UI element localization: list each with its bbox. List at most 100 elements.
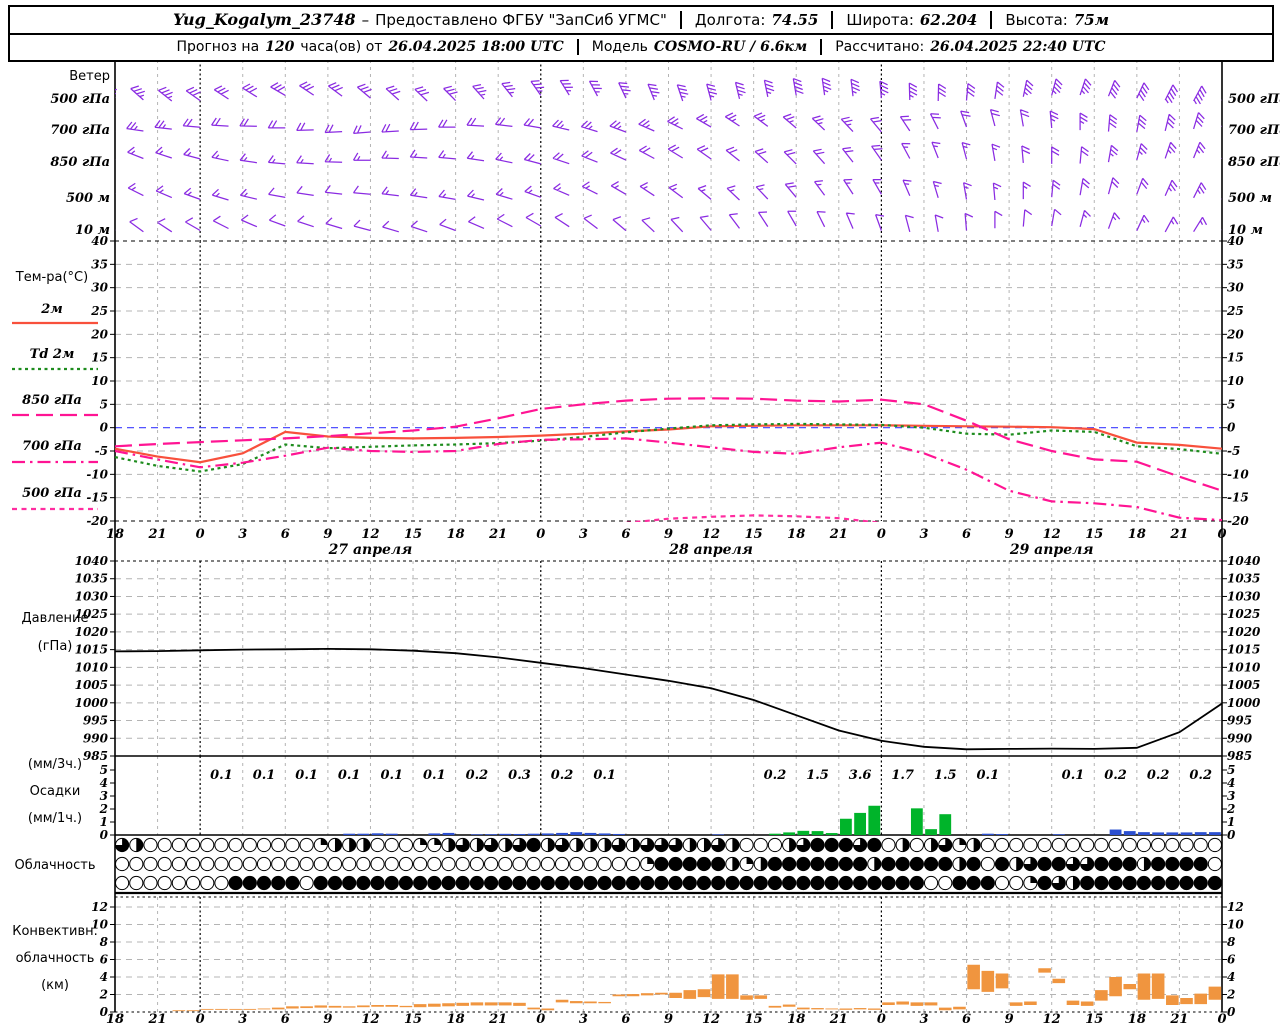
snow-bar	[925, 829, 937, 835]
cloud-cover-circle	[157, 875, 172, 891]
convective-cloud-bar	[1151, 973, 1165, 999]
rain-bar	[1194, 832, 1207, 835]
cloud-cover-circle	[1136, 837, 1152, 853]
cloud-cover-circle	[370, 875, 385, 891]
time-tick-label: 9	[1005, 527, 1014, 542]
cloud-cover-circle	[271, 837, 286, 853]
wind-level-label-left: 500 гПа	[50, 92, 110, 107]
y-tick-label-right: 1025	[1227, 607, 1260, 621]
model-value: COSMO-RU / 6.6км	[653, 39, 808, 56]
time-tick-label: 6	[281, 1012, 290, 1024]
cloud-cover-circle	[796, 856, 811, 872]
convective-cloud-bar	[243, 1008, 257, 1010]
wind-level-label-left: 700 гПа	[50, 123, 110, 138]
cloud-cover-circle	[654, 875, 669, 891]
cloud-cover-circle	[1193, 856, 1208, 872]
cloud-cover-circle	[1051, 856, 1066, 872]
cloud-cover-circle	[299, 837, 314, 853]
cloud-cover-circle	[1151, 837, 1166, 853]
precip-3h-value: 3.6	[849, 768, 872, 783]
cloud-cover-circle	[597, 856, 612, 872]
cloud-cover-circle	[909, 875, 924, 891]
convective-panel-units: (км)	[41, 978, 69, 993]
station-id: Yug_Kogalym_23748	[172, 10, 356, 30]
y-tick-label-left: 25	[90, 304, 108, 318]
precip-3h-value: 0.1	[210, 768, 233, 783]
convective-cloud-bar	[768, 1005, 782, 1008]
wind-barbs-4	[115, 177, 1222, 201]
wind-level-label-right: 10 м	[1228, 223, 1263, 238]
time-tick-label: 18	[1128, 527, 1146, 542]
cloud-cover-circle	[242, 837, 257, 853]
cloud-cover-circle	[356, 875, 371, 891]
y-tick-label-left: 15	[91, 351, 108, 365]
cloud-cover-circle	[1207, 875, 1223, 891]
y-tick-label-left: 0	[100, 421, 109, 435]
cloud-row-upper	[114, 837, 1223, 853]
convective-cloud-bar	[754, 995, 768, 999]
y-tick-label-left: -20	[86, 514, 108, 528]
convective-cloud-bar	[1208, 986, 1222, 1000]
cloud-cover-circle	[185, 837, 201, 853]
rain-bar	[371, 833, 384, 835]
cloud-cover-circle	[427, 856, 442, 872]
y-tick-label-left: 4	[100, 776, 108, 790]
cloud-cover-circle	[1136, 875, 1152, 891]
legend-label: 700 гПа	[22, 439, 82, 454]
precip-3h-value: 1.7	[891, 768, 914, 783]
rain-bar	[598, 833, 611, 835]
cloud-cover-circle	[994, 837, 1010, 853]
convective-cloud-bar	[271, 1007, 285, 1010]
rain-bar	[1152, 832, 1165, 835]
y-tick-label-left: 5	[100, 397, 108, 411]
convective-bars	[172, 964, 1222, 1012]
rain-bar	[1180, 832, 1193, 835]
axis-ticks: 40 4035 3530 3025 2520 2015 1510 105 50 0-5 -5-10-…	[75, 234, 1261, 1019]
longitude-value: 74.55	[771, 10, 819, 29]
y-tick-label-right: 1035	[1227, 572, 1260, 586]
convective-cloud-bar	[385, 1005, 399, 1007]
time-tick-label: 6	[281, 527, 290, 542]
y-tick-label-right: 2	[1226, 802, 1235, 816]
header-row-1: Yug_Kogalym_23748 – Предоставлено ФГБУ "…	[10, 7, 1272, 33]
cloud-cover-circle	[625, 856, 641, 872]
convective-cloud-bar	[697, 989, 711, 998]
rain-bar	[499, 833, 512, 835]
forecast-label: Прогноз на	[176, 39, 260, 56]
time-tick-label: 6	[621, 1012, 630, 1024]
convective-cloud-bar	[513, 1002, 526, 1006]
cloud-cover-circle	[384, 837, 399, 853]
cloud-cover-circle	[512, 856, 527, 872]
cloud-cover-circle	[498, 875, 513, 891]
cloud-cover-circle	[569, 875, 584, 891]
cloud-cover-circle	[185, 875, 201, 891]
time-tick-label: 0	[536, 527, 545, 542]
cloud-cover-circle	[356, 856, 371, 872]
cloud-cover-circle	[569, 856, 584, 872]
convective-cloud-bar	[257, 1008, 271, 1010]
convective-cloud-bar	[569, 1001, 583, 1004]
cloud-cover-circle	[313, 875, 328, 891]
precipitation-panel: (мм/3ч.) Осадки (мм/1ч.) 0.1 0.1 0.1 0.1 0.1 0.1…	[28, 757, 1221, 835]
y-tick-label-left: 30	[91, 281, 108, 295]
cloud-cover-circle	[554, 875, 570, 891]
cloud-cover-circle	[583, 856, 598, 872]
cloud-cover-circle	[398, 837, 414, 853]
time-tick-label: 0	[877, 527, 886, 542]
cloud-cover-circle	[895, 875, 910, 891]
cloud-cover-circle	[498, 856, 513, 872]
snow-bar	[868, 805, 881, 835]
cloud-cover-circle	[952, 875, 967, 891]
convective-panel-label-2: облачность	[16, 951, 95, 966]
cloud-cover-circle	[909, 837, 924, 853]
cloud-cover-circle	[1094, 875, 1109, 891]
y-tick-label-right: 5	[1227, 763, 1235, 777]
cloud-cover-circle	[1193, 837, 1208, 853]
bottom-time-axis: 18 21 0 3 6 9 12 15 18 21 0 3 6 9 12 15 18 21 0 3 6 9 12 15 18 21…	[106, 1012, 1227, 1024]
convective-cloud-bar	[683, 990, 697, 999]
cloud-cover-circle	[923, 856, 939, 872]
temp-legend-1: 2м	[12, 302, 98, 325]
cloud-cover-circle	[228, 875, 243, 891]
time-tick-label: 3	[579, 527, 588, 542]
convective-cloud-bar	[541, 1008, 555, 1011]
